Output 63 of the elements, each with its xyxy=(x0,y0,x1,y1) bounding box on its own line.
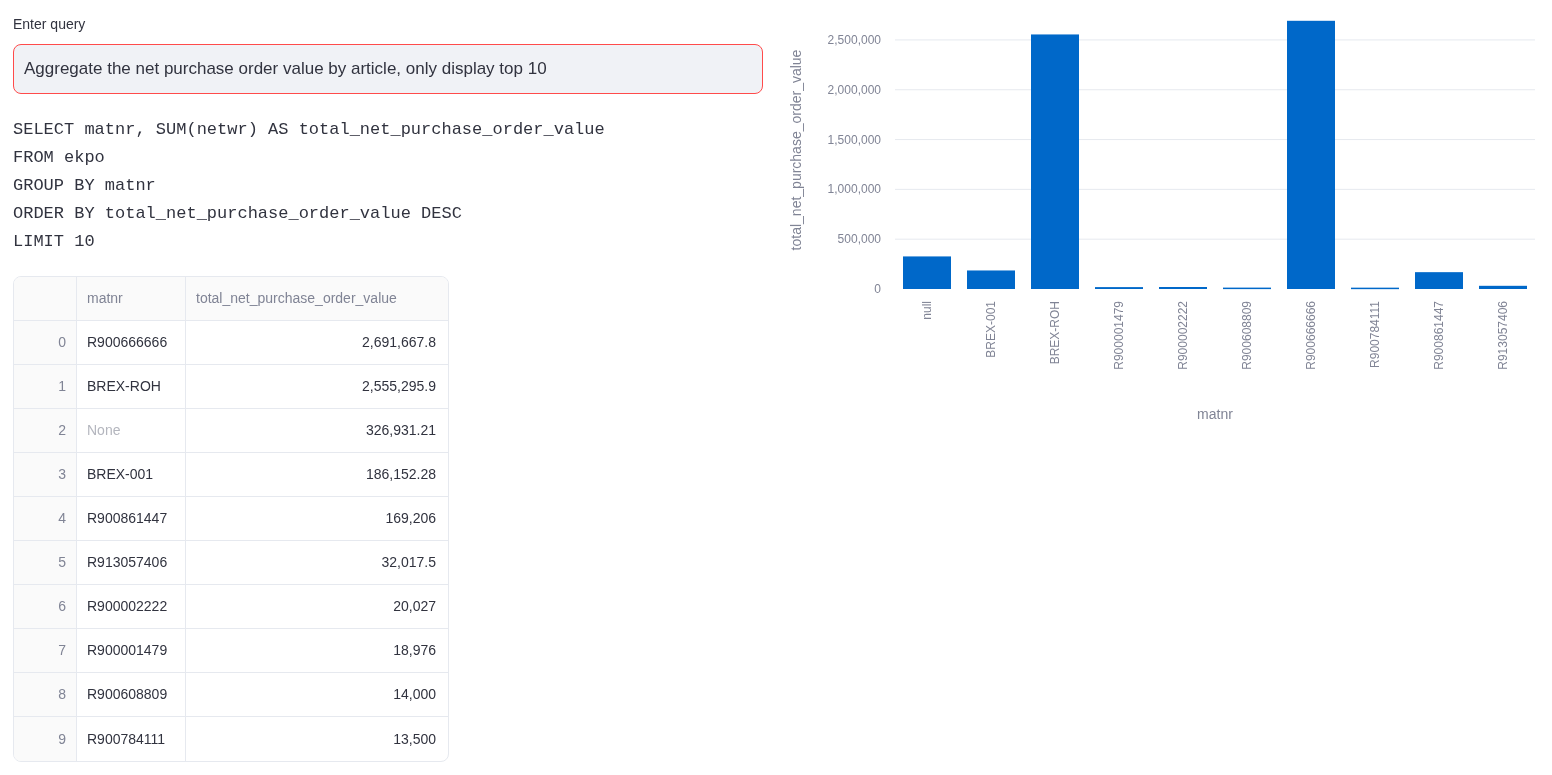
column-header[interactable]: total_net_purchase_order_value xyxy=(186,277,448,320)
row-index: 2 xyxy=(14,409,77,452)
bar xyxy=(967,270,1015,289)
x-tick-label: R900666666 xyxy=(1304,301,1318,370)
table-cell: BREX-ROH xyxy=(77,365,186,408)
row-index: 6 xyxy=(14,585,77,628)
y-tick-label: 1,500,000 xyxy=(827,132,881,147)
table-cell: R900861447 xyxy=(77,497,186,540)
table-cell: R900002222 xyxy=(77,585,186,628)
table-cell-text: 326,931.21 xyxy=(364,421,437,440)
y-tick-label: 500,000 xyxy=(837,232,881,247)
y-tick-label: 2,000,000 xyxy=(827,82,881,97)
y-tick-label: 1,000,000 xyxy=(827,182,881,197)
y-axis-title: total_net_purchase_order_value xyxy=(788,49,804,251)
bar xyxy=(1351,287,1399,290)
table-cell-text: 18,976 xyxy=(392,641,437,660)
x-tick-label: R913057406 xyxy=(1496,301,1510,370)
x-axis-title: matnr xyxy=(1197,406,1233,422)
x-tick-label: null xyxy=(920,301,934,320)
row-index: 9 xyxy=(14,717,77,761)
x-tick-label: R900001479 xyxy=(1112,301,1126,370)
x-tick-label: R900784111 xyxy=(1368,301,1382,368)
table-cell-text: 2,691,667.8 xyxy=(361,333,437,352)
table-cell-text: 13,500 xyxy=(392,729,437,749)
row-index: 0 xyxy=(14,321,77,364)
bar xyxy=(1415,272,1463,289)
sql-line: LIMIT 10 xyxy=(13,231,95,253)
table-cell: R900784111 xyxy=(77,717,186,761)
bar xyxy=(903,256,951,289)
row-index: 1 xyxy=(14,365,77,408)
table-cell: R900001479 xyxy=(77,629,186,672)
row-index: 3 xyxy=(14,453,77,496)
table-cell-text: 2,555,295.9 xyxy=(361,377,437,396)
x-tick-label: BREX-ROH xyxy=(1048,301,1062,365)
row-index: 7 xyxy=(14,629,77,672)
column-header[interactable]: matnr xyxy=(77,277,186,320)
sql-line: ORDER BY total_net_purchase_order_value DESC xyxy=(13,203,462,225)
x-tick-label: R900608809 xyxy=(1240,301,1254,370)
table-cell-text: 20,027 xyxy=(392,597,437,616)
row-index: 5 xyxy=(14,541,77,584)
row-index: 8 xyxy=(14,673,77,716)
table-cell: R900666666 xyxy=(77,321,186,364)
table-cell: R913057406 xyxy=(77,541,186,584)
row-index: 4 xyxy=(14,497,77,540)
x-tick-label: BREX-001 xyxy=(984,301,998,358)
bar xyxy=(1223,287,1271,290)
sql-line: GROUP BY matnr xyxy=(13,175,156,197)
table-cell-text: 32,017.5 xyxy=(380,553,437,572)
bar xyxy=(1479,285,1527,289)
field-label: Enter query xyxy=(13,15,86,34)
table-cell: None xyxy=(77,409,186,452)
x-tick-label: R900861447 xyxy=(1432,301,1446,370)
table-cell-text: 14,000 xyxy=(392,685,437,704)
sql-line: SELECT matnr, SUM(netwr) AS total_net_purchase_order_value xyxy=(13,119,605,141)
sql-line: FROM ekpo xyxy=(13,147,105,169)
y-tick-label: 0 xyxy=(874,282,881,296)
y-tick-label: 2,500,000 xyxy=(827,32,881,47)
x-tick-label: R900002222 xyxy=(1176,301,1190,370)
table-cell-text: 169,206 xyxy=(384,509,437,528)
table-cell: BREX-001 xyxy=(77,453,186,496)
table-cell: R900608809 xyxy=(77,673,186,716)
table-cell-text: 186,152.28 xyxy=(364,465,437,484)
query-field[interactable]: Aggregate the net purchase order value by article, only display top 10 xyxy=(13,44,763,94)
